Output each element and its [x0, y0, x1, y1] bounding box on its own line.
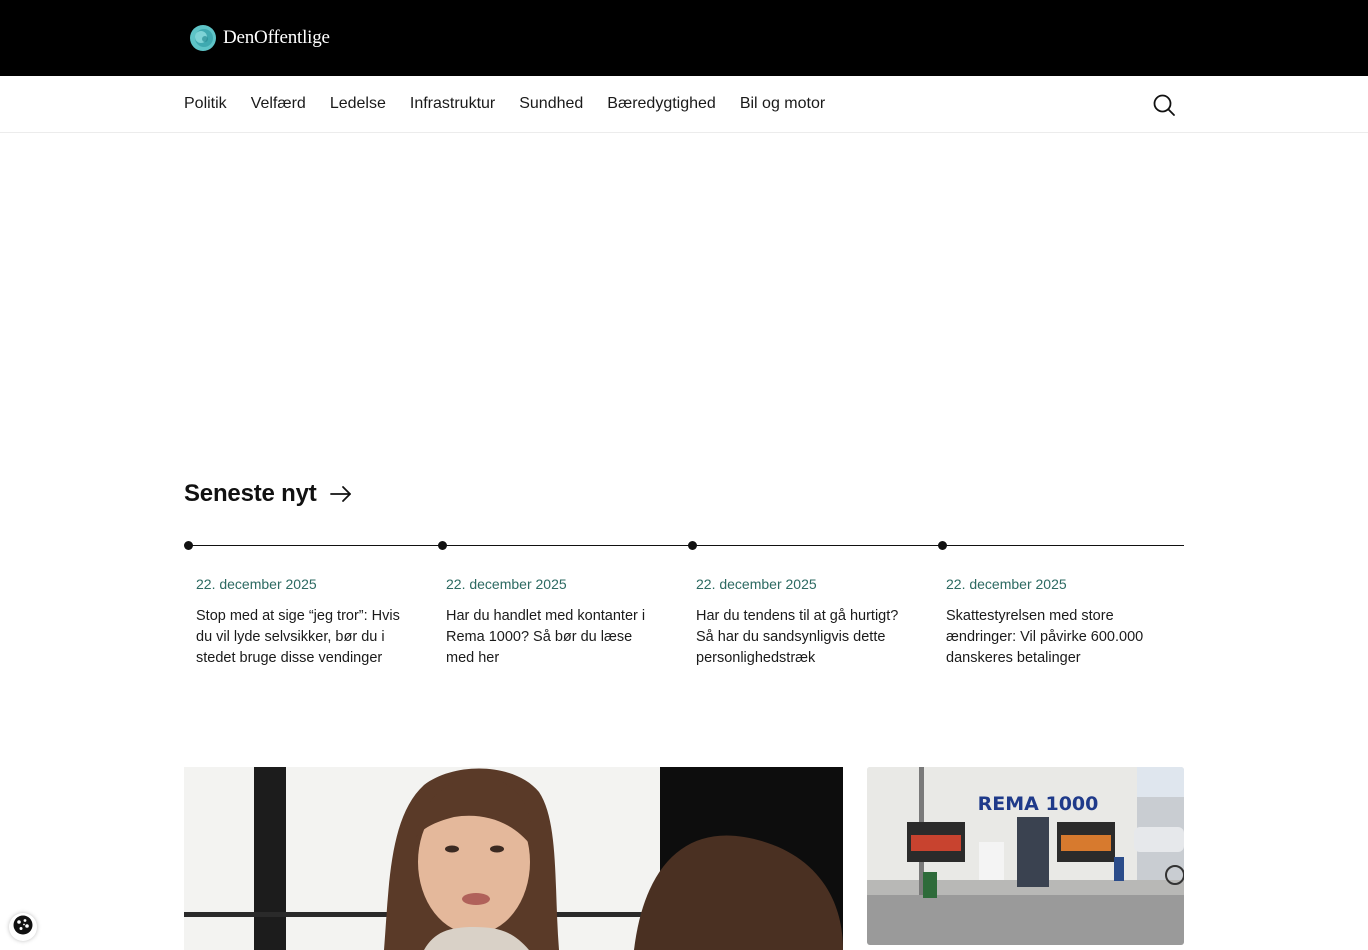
- secondary-article-image[interactable]: REMA 1000: [867, 767, 1184, 945]
- news-date: 22. december 2025: [946, 576, 1067, 592]
- store-sign-text: REMA 1000: [978, 793, 1099, 815]
- logo-text: DenOffentlige: [223, 27, 330, 48]
- news-item[interactable]: 22. december 2025 Skattestyrelsen med st…: [946, 574, 1158, 669]
- logo-mark-icon: [188, 24, 218, 52]
- nav-item-bil-og-motor[interactable]: Bil og motor: [740, 94, 825, 114]
- cookie-settings-button[interactable]: [9, 913, 37, 941]
- arrow-right-icon: [329, 482, 353, 506]
- nav-item-ledelse[interactable]: Ledelse: [330, 94, 386, 114]
- news-item[interactable]: 22. december 2025 Har du handlet med kon…: [446, 574, 658, 669]
- latest-news-heading[interactable]: Seneste nyt: [184, 480, 353, 508]
- latest-news-title: Seneste nyt: [184, 480, 317, 507]
- site-logo[interactable]: DenOffentlige: [188, 24, 330, 52]
- main-navigation: Politik Velfærd Ledelse Infrastruktur Su…: [0, 76, 1368, 133]
- nav-item-baeredygtighed[interactable]: Bæredygtighed: [607, 94, 716, 114]
- news-item[interactable]: 22. december 2025 Har du tendens til at …: [696, 574, 908, 669]
- news-date: 22. december 2025: [196, 576, 317, 592]
- news-title[interactable]: Har du handlet med kontanter i Rema 1000…: [446, 606, 658, 669]
- news-title[interactable]: Skattestyrelsen med store ændringer: Vil…: [946, 606, 1158, 669]
- news-date: 22. december 2025: [446, 576, 567, 592]
- timeline-dot: [938, 541, 947, 550]
- featured-article-image[interactable]: [184, 767, 843, 950]
- news-title[interactable]: Stop med at sige “jeg tror”: Hvis du vil…: [196, 606, 408, 669]
- news-date: 22. december 2025: [696, 576, 817, 592]
- news-title[interactable]: Har du tendens til at gå hurtigt? Så har…: [696, 606, 908, 669]
- timeline-dot: [438, 541, 447, 550]
- search-icon[interactable]: [1150, 91, 1178, 119]
- nav-list: Politik Velfærd Ledelse Infrastruktur Su…: [184, 94, 825, 114]
- nav-item-velfaerd[interactable]: Velfærd: [251, 94, 306, 114]
- cookie-icon: [12, 914, 34, 941]
- timeline-dot: [184, 541, 193, 550]
- nav-item-infrastruktur[interactable]: Infrastruktur: [410, 94, 495, 114]
- timeline-dot: [688, 541, 697, 550]
- news-item[interactable]: 22. december 2025 Stop med at sige “jeg …: [196, 574, 408, 669]
- top-header: DenOffentlige: [0, 0, 1368, 76]
- nav-item-politik[interactable]: Politik: [184, 94, 227, 114]
- nav-item-sundhed[interactable]: Sundhed: [519, 94, 583, 114]
- timeline-line: [188, 545, 1184, 546]
